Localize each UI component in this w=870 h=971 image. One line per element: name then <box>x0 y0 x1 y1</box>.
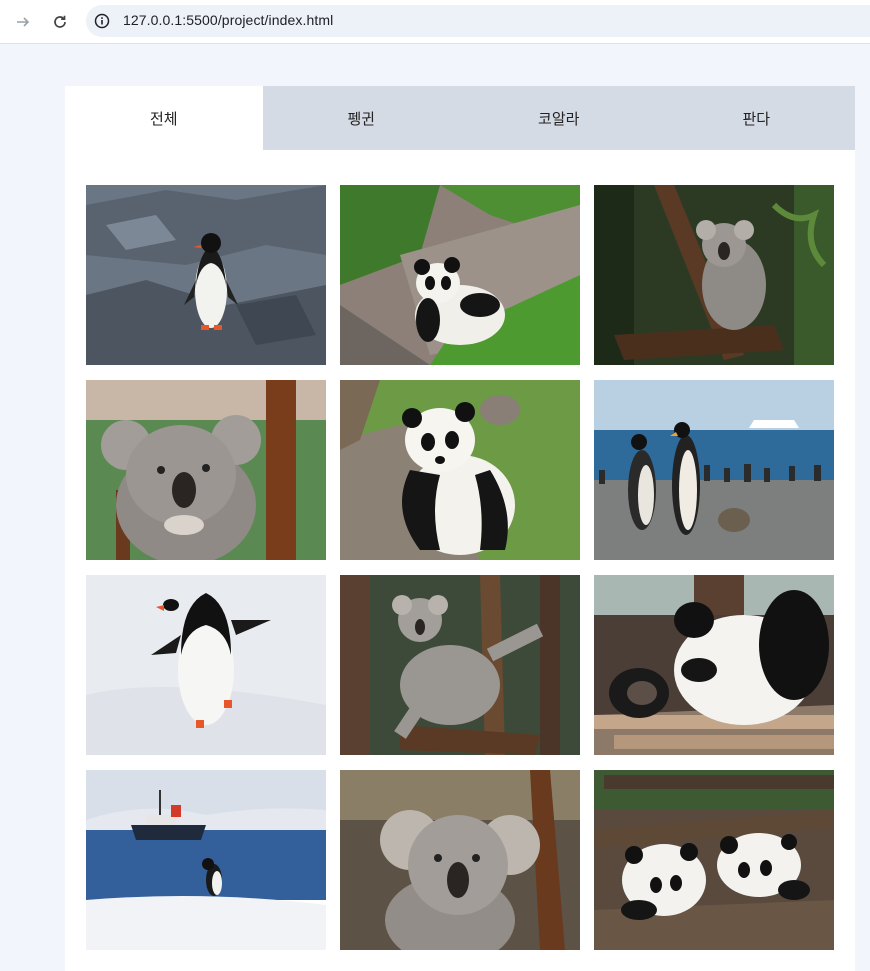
tab-label: 판다 <box>742 109 771 128</box>
filter-tabs: 전체 펭귄 코알라 판다 <box>65 86 855 150</box>
address-bar[interactable]: 127.0.0.1:5500/project/index.html <box>86 5 870 37</box>
koala-photo[interactable] <box>340 770 580 950</box>
forward-arrow-icon[interactable] <box>12 11 34 33</box>
browser-toolbar: 127.0.0.1:5500/project/index.html <box>0 0 870 44</box>
tab-panda[interactable]: 판다 <box>658 86 856 150</box>
panda-photo[interactable] <box>594 770 834 950</box>
panda-photo[interactable] <box>340 380 580 560</box>
tab-label: 전체 <box>149 109 178 128</box>
reload-icon[interactable] <box>49 11 71 33</box>
panda-photo[interactable] <box>594 575 834 755</box>
site-info-icon[interactable] <box>94 13 110 29</box>
penguin-photo[interactable] <box>86 575 326 755</box>
penguin-photo[interactable] <box>86 770 326 950</box>
tab-label: 코알라 <box>538 109 580 128</box>
koala-photo[interactable] <box>86 380 326 560</box>
tab-penguin[interactable]: 펭귄 <box>263 86 461 150</box>
penguin-photo[interactable] <box>86 185 326 365</box>
tab-all[interactable]: 전체 <box>65 86 263 150</box>
url-text[interactable]: 127.0.0.1:5500/project/index.html <box>123 12 333 28</box>
koala-photo[interactable] <box>594 185 834 365</box>
gallery-panel: 전체 펭귄 코알라 판다 <box>65 86 855 971</box>
panda-photo[interactable] <box>340 185 580 365</box>
koala-photo[interactable] <box>340 575 580 755</box>
tab-koala[interactable]: 코알라 <box>460 86 658 150</box>
penguin-photo[interactable] <box>594 380 834 560</box>
tab-label: 펭귄 <box>347 109 376 128</box>
